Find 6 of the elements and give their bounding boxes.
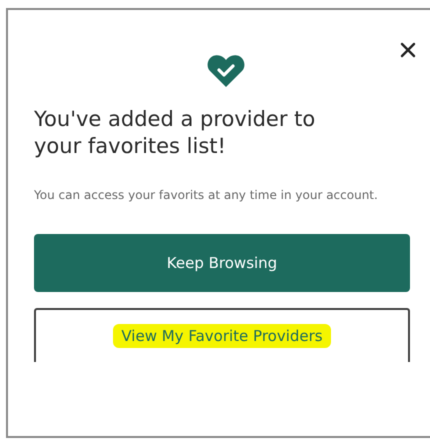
close-icon	[400, 42, 416, 58]
dialog-title: You've added a provider to your favorites list!	[34, 106, 316, 160]
heart-check-icon	[207, 54, 245, 88]
keep-browsing-button[interactable]: Keep Browsing	[34, 234, 410, 292]
dialog-message: You can access your favorits at any time in your account.	[34, 187, 379, 204]
view-favorites-button[interactable]: View My Favorite Providers	[34, 308, 410, 362]
